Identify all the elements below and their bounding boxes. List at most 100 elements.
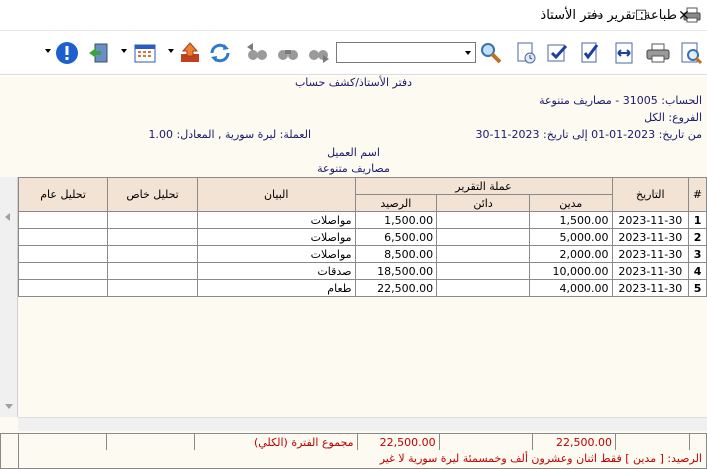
table-row[interactable]: مواصلات 1,500.00 1,500.00 2023-11-30 1 [17, 211, 707, 229]
print-preview-icon[interactable] [677, 39, 705, 67]
general-cell[interactable] [17, 228, 109, 246]
date-range-line: من تاريخ: 2023-01-01 إلى تاريخ: 2023-11-… [475, 128, 702, 141]
statement-cell[interactable]: صدقات [196, 262, 356, 280]
balance-summary: الرصيد: [ مدين ] فقط اثنان وعشرون ألف وخ… [18, 450, 707, 469]
edit-check-icon[interactable] [576, 39, 604, 67]
scroll-down-arrow-icon[interactable] [5, 404, 13, 409]
statement-cell[interactable]: مواصلات [196, 228, 356, 246]
chevron-down-icon[interactable] [45, 49, 51, 53]
header-balance[interactable]: الرصيد [354, 194, 438, 212]
header-index[interactable]: # [688, 177, 707, 212]
index-cell[interactable]: 3 [688, 245, 707, 263]
calendar-icon[interactable] [131, 39, 159, 67]
index-cell[interactable]: 1 [688, 211, 707, 229]
footer-corner [0, 433, 18, 469]
balance-cell[interactable]: 18,500.00 [354, 262, 438, 280]
general-cell[interactable] [17, 211, 109, 229]
balance-text: الرصيد: [ مدين ] فقط اثنان وعشرون ألف وخ… [379, 452, 702, 465]
index-cell[interactable]: 2 [688, 228, 707, 246]
total-general-cell [18, 433, 107, 451]
index-cell[interactable]: 5 [688, 279, 707, 297]
debit-cell[interactable]: 2,000.00 [529, 245, 613, 263]
total-index-cell [688, 433, 707, 451]
table-row[interactable]: طعام 22,500.00 4,000.00 2023-11-30 5 [17, 279, 707, 297]
search-icon[interactable] [477, 39, 505, 67]
table-row[interactable]: صدقات 18,500.00 10,000.00 2023-11-30 4 [17, 262, 707, 280]
general-cell[interactable] [17, 279, 109, 297]
date-cell[interactable]: 2023-11-30 [611, 228, 690, 246]
special-cell[interactable] [107, 228, 198, 246]
fit-width-icon[interactable] [610, 39, 638, 67]
header-statement[interactable]: البيان [196, 177, 356, 212]
search-input[interactable] [336, 42, 476, 63]
header-currency-group: عملة التقرير [354, 177, 613, 195]
header-special-analysis[interactable]: تحليل خاص [107, 177, 198, 212]
maximize-button[interactable]: ☐ [618, 0, 664, 31]
date-cell[interactable]: 2023-11-30 [611, 279, 690, 297]
totals-table: مجموع الفترة (الكلي) 22,500.00 22,500.00 [18, 433, 707, 451]
minimize-button[interactable]: — [572, 0, 618, 31]
debit-cell[interactable]: 5,000.00 [529, 228, 613, 246]
credit-cell[interactable] [436, 211, 531, 229]
credit-cell[interactable] [436, 245, 531, 263]
scroll-arrow-icon[interactable] [5, 213, 10, 221]
back-icon[interactable] [243, 39, 271, 67]
date-cell[interactable]: 2023-11-30 [611, 262, 690, 280]
print-icon[interactable] [644, 39, 672, 67]
table-row[interactable]: مواصلات 6,500.00 5,000.00 2023-11-30 2 [17, 228, 707, 246]
header-credit[interactable]: دائن [436, 194, 531, 212]
balance-cell[interactable]: 1,500.00 [354, 211, 438, 229]
close-button[interactable]: ✕ [661, 0, 707, 31]
debit-cell[interactable]: 10,000.00 [529, 262, 613, 280]
forward-icon[interactable] [305, 39, 333, 67]
search-text-field[interactable] [337, 43, 461, 62]
credit-cell[interactable] [436, 228, 531, 246]
general-cell[interactable] [17, 262, 109, 280]
credit-cell[interactable] [436, 262, 531, 280]
upload-icon[interactable] [176, 39, 204, 67]
general-cell[interactable] [17, 245, 109, 263]
customer-value: مصاريف متنوعة [317, 162, 390, 175]
special-cell[interactable] [107, 245, 198, 263]
totals-row: مجموع الفترة (الكلي) 22,500.00 22,500.00 [18, 433, 707, 451]
balance-cell[interactable]: 22,500.00 [354, 279, 438, 297]
date-cell[interactable]: 2023-11-30 [611, 211, 690, 229]
ledger-grid: تحليل عام تحليل خاص البيان عملة التقرير … [0, 177, 707, 417]
credit-cell[interactable] [436, 279, 531, 297]
total-special-cell [105, 433, 195, 451]
check-document-icon[interactable] [543, 39, 571, 67]
ledger-table: تحليل عام تحليل خاص البيان عملة التقرير … [17, 177, 707, 297]
index-cell[interactable]: 4 [688, 262, 707, 280]
header-general-analysis[interactable]: تحليل عام [17, 177, 109, 212]
total-debit: 22,500.00 [532, 433, 616, 451]
special-cell[interactable] [107, 262, 198, 280]
statement-cell[interactable]: مواصلات [196, 245, 356, 263]
header-date[interactable]: التاريخ [611, 177, 690, 212]
total-credit-cell [438, 433, 534, 451]
balance-cell[interactable]: 8,500.00 [354, 245, 438, 263]
currency-line: العملة: ليرة سورية , المعادل: 1.00 [148, 128, 312, 141]
header-debit[interactable]: مدين [529, 194, 613, 212]
statement-cell[interactable]: مواصلات [196, 211, 356, 229]
table-row[interactable]: مواصلات 8,500.00 2,000.00 2023-11-30 3 [17, 245, 707, 263]
report-title: دفتر الأستاذ/كشف حساب [294, 76, 413, 89]
chevron-down-icon[interactable] [168, 49, 174, 53]
binoculars-icon[interactable] [274, 39, 302, 67]
horizontal-scrollbar[interactable] [18, 417, 707, 431]
statement-cell[interactable]: طعام [196, 279, 356, 297]
chevron-down-icon[interactable] [465, 51, 471, 55]
special-cell[interactable] [107, 211, 198, 229]
debit-cell[interactable]: 1,500.00 [529, 211, 613, 229]
total-balance: 22,500.00 [356, 433, 440, 451]
debit-cell[interactable]: 4,000.00 [529, 279, 613, 297]
refresh-icon[interactable] [206, 39, 234, 67]
balance-cell[interactable]: 6,500.00 [354, 228, 438, 246]
help-icon[interactable] [53, 39, 81, 67]
title-bar: طباعة: تقرير دفتر الأستاذ — ☐ ✕ [0, 0, 707, 31]
document-settings-icon[interactable] [512, 39, 540, 67]
exit-icon[interactable] [84, 39, 112, 67]
special-cell[interactable] [107, 279, 198, 297]
date-cell[interactable]: 2023-11-30 [611, 245, 690, 263]
chevron-down-icon[interactable] [121, 49, 127, 53]
vertical-scrollbar[interactable] [0, 177, 18, 417]
